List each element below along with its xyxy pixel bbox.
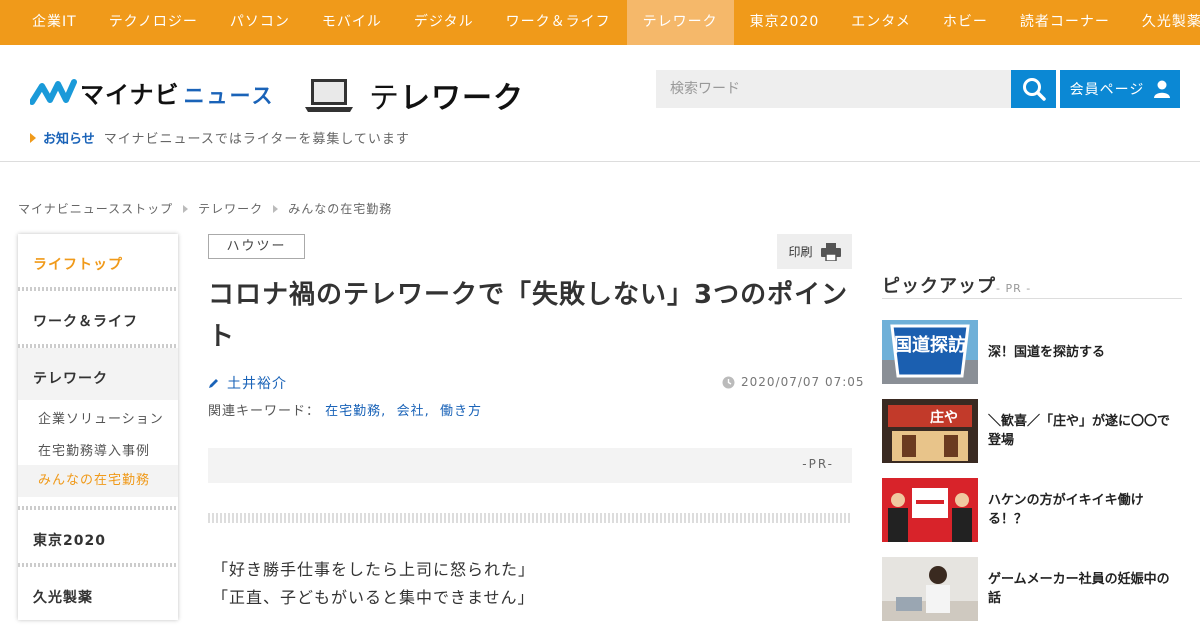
sidebar-item-life-top[interactable]: ライフトップ — [18, 254, 178, 274]
thumb-label: 国道探訪 — [894, 334, 966, 356]
article-body-line: 「正直、子どもがいると集中できません」 — [212, 588, 535, 607]
nav-item-work-life[interactable]: ワーク＆ライフ — [490, 0, 627, 45]
pickup-item-title: ＼歓喜／「庄や」が遂に〇〇で登場 — [988, 414, 1171, 448]
sidebar-divider — [18, 506, 178, 510]
article-author[interactable]: 土井裕介 — [208, 373, 287, 393]
user-icon — [1154, 80, 1171, 98]
breadcrumb-item-top[interactable]: マイナビニュースストップ — [18, 200, 173, 217]
keywords-label: 関連キーワード： — [208, 404, 321, 419]
print-label: 印刷 — [788, 245, 813, 259]
breadcrumb-separator-icon — [183, 204, 189, 213]
pr-ad-slot: -PR- — [208, 448, 852, 483]
pickup-item[interactable]: ゲームメーカー社員の妊娠中の話 — [882, 557, 1182, 621]
article-divider — [208, 513, 852, 523]
notice-bar: お知らせ マイナビニュースではライターを募集しています — [30, 128, 410, 147]
laptop-icon — [305, 79, 353, 112]
triangle-right-icon — [30, 132, 36, 143]
breadcrumb-item-current[interactable]: みんなの在宅勤務 — [288, 200, 392, 217]
printer-icon — [820, 242, 841, 261]
sidebar-item-tokyo2020[interactable]: 東京2020 — [18, 530, 178, 550]
pickup-item-title: ゲームメーカー社員の妊娠中の話 — [988, 572, 1170, 606]
related-keywords: 関連キーワード： 在宅勤務, 会社, 働き方 — [208, 400, 482, 419]
nav-item-hobby[interactable]: ホビー — [927, 0, 1004, 45]
nav-item-hisamitsu[interactable]: 久光製薬 — [1126, 0, 1200, 45]
breadcrumb: マイナビニュースストップ テレワーク みんなの在宅勤務 — [18, 200, 392, 217]
logo-text: マイナビ — [80, 81, 180, 109]
breadcrumb-separator-icon — [273, 204, 279, 213]
search-icon — [1022, 78, 1046, 101]
search-input[interactable] — [656, 70, 1011, 108]
author-name: 土井裕介 — [227, 376, 287, 392]
nav-item-tokyo2020[interactable]: 東京2020 — [734, 0, 836, 45]
section-title: テレワーク — [369, 81, 524, 116]
keyword-link[interactable]: 働き方 — [440, 404, 482, 419]
pickup-divider — [882, 298, 1182, 299]
pickup-thumbnail — [882, 478, 978, 542]
sidebar-subitem-everyones-remote[interactable]: みんなの在宅勤務 — [18, 465, 178, 497]
pickup-item-title: ハケンの方がイキイキ働ける！？ — [988, 493, 1144, 527]
member-page-button[interactable]: 会員ページ — [1060, 70, 1180, 108]
search-button[interactable] — [1011, 70, 1056, 108]
article-date: 2020/07/07 07:05 — [722, 375, 865, 389]
pickup-title: ピックアップ — [882, 276, 996, 297]
article-title: コロナ禍のテレワークで「失敗しない」3つのポイント — [208, 280, 849, 352]
site-header: マイナビ ニュース テレワーク 会員ページ お知らせ マイナビニュースではライタ… — [0, 45, 1200, 162]
nav-item-technology[interactable]: テクノロジー — [93, 0, 214, 45]
keyword-link[interactable]: 在宅勤務, — [325, 404, 386, 419]
nav-item-reader-corner[interactable]: 読者コーナー — [1004, 0, 1126, 45]
pickup-thumbnail — [882, 557, 978, 621]
pickup-item[interactable]: 国道探訪 深！国道を探訪する — [882, 320, 1182, 384]
date-text: 2020/07/07 07:05 — [741, 375, 865, 389]
member-page-label: 会員ページ — [1069, 82, 1145, 98]
breadcrumb-item-telework[interactable]: テレワーク — [198, 200, 263, 217]
mynavi-logo-icon — [30, 78, 77, 105]
top-navigation: 企業IT テクノロジー パソコン モバイル デジタル ワーク＆ライフ テレワーク… — [0, 0, 1200, 45]
nav-item-mobile[interactable]: モバイル — [306, 0, 398, 45]
nav-item-entertainment[interactable]: エンタメ — [835, 0, 927, 45]
nav-item-digital[interactable]: デジタル — [398, 0, 490, 45]
sidebar-item-work-life[interactable]: ワーク＆ライフ — [18, 311, 178, 331]
nav-item-telework[interactable]: テレワーク — [626, 0, 734, 45]
logo-subtext: ニュース — [183, 83, 275, 108]
sidebar-divider — [18, 563, 178, 567]
nav-item-enterprise-it[interactable]: 企業IT — [0, 0, 93, 45]
notice-link[interactable]: マイナビニュースではライターを募集しています — [104, 128, 410, 147]
article-category-tag[interactable]: ハウツー — [208, 234, 305, 259]
pickup-pr-label: - PR - — [996, 282, 1032, 295]
sidebar-divider — [18, 287, 178, 291]
sidebar-subitem-solutions[interactable]: 企業ソリューション — [18, 408, 178, 427]
print-button[interactable]: 印刷 — [777, 234, 852, 269]
pickup-thumbnail: 庄や — [882, 399, 978, 463]
pencil-icon — [209, 379, 218, 388]
nav-item-pc[interactable]: パソコン — [214, 0, 306, 45]
keyword-link[interactable]: 会社, — [397, 404, 430, 419]
clock-icon — [722, 376, 735, 388]
pickup-item[interactable]: 庄や ＼歓喜／「庄や」が遂に〇〇で登場 — [882, 399, 1182, 463]
pickup-heading: ピックアップ- PR - — [882, 272, 1031, 298]
section-logo[interactable]: テレワーク — [305, 73, 524, 117]
thumb-label: 庄や — [930, 409, 958, 426]
sidebar-item-telework[interactable]: テレワーク — [18, 368, 178, 388]
pickup-item-title: 深！国道を探訪する — [988, 344, 1106, 360]
pickup-item[interactable]: ハケンの方がイキイキ働ける！？ — [882, 478, 1182, 542]
article-body-line: 「好き勝手仕事をしたら上司に怒られた」 — [212, 560, 536, 579]
sidebar: ライフトップ ワーク＆ライフ テレワーク 企業ソリューション 在宅勤務導入事例 … — [18, 234, 178, 620]
sidebar-item-hisamitsu[interactable]: 久光製薬 — [18, 587, 178, 607]
notice-label: お知らせ — [43, 132, 95, 147]
sidebar-subitem-case-studies[interactable]: 在宅勤務導入事例 — [18, 440, 178, 459]
pickup-thumbnail: 国道探訪 — [882, 320, 978, 384]
site-logo[interactable]: マイナビ ニュース — [30, 75, 274, 110]
